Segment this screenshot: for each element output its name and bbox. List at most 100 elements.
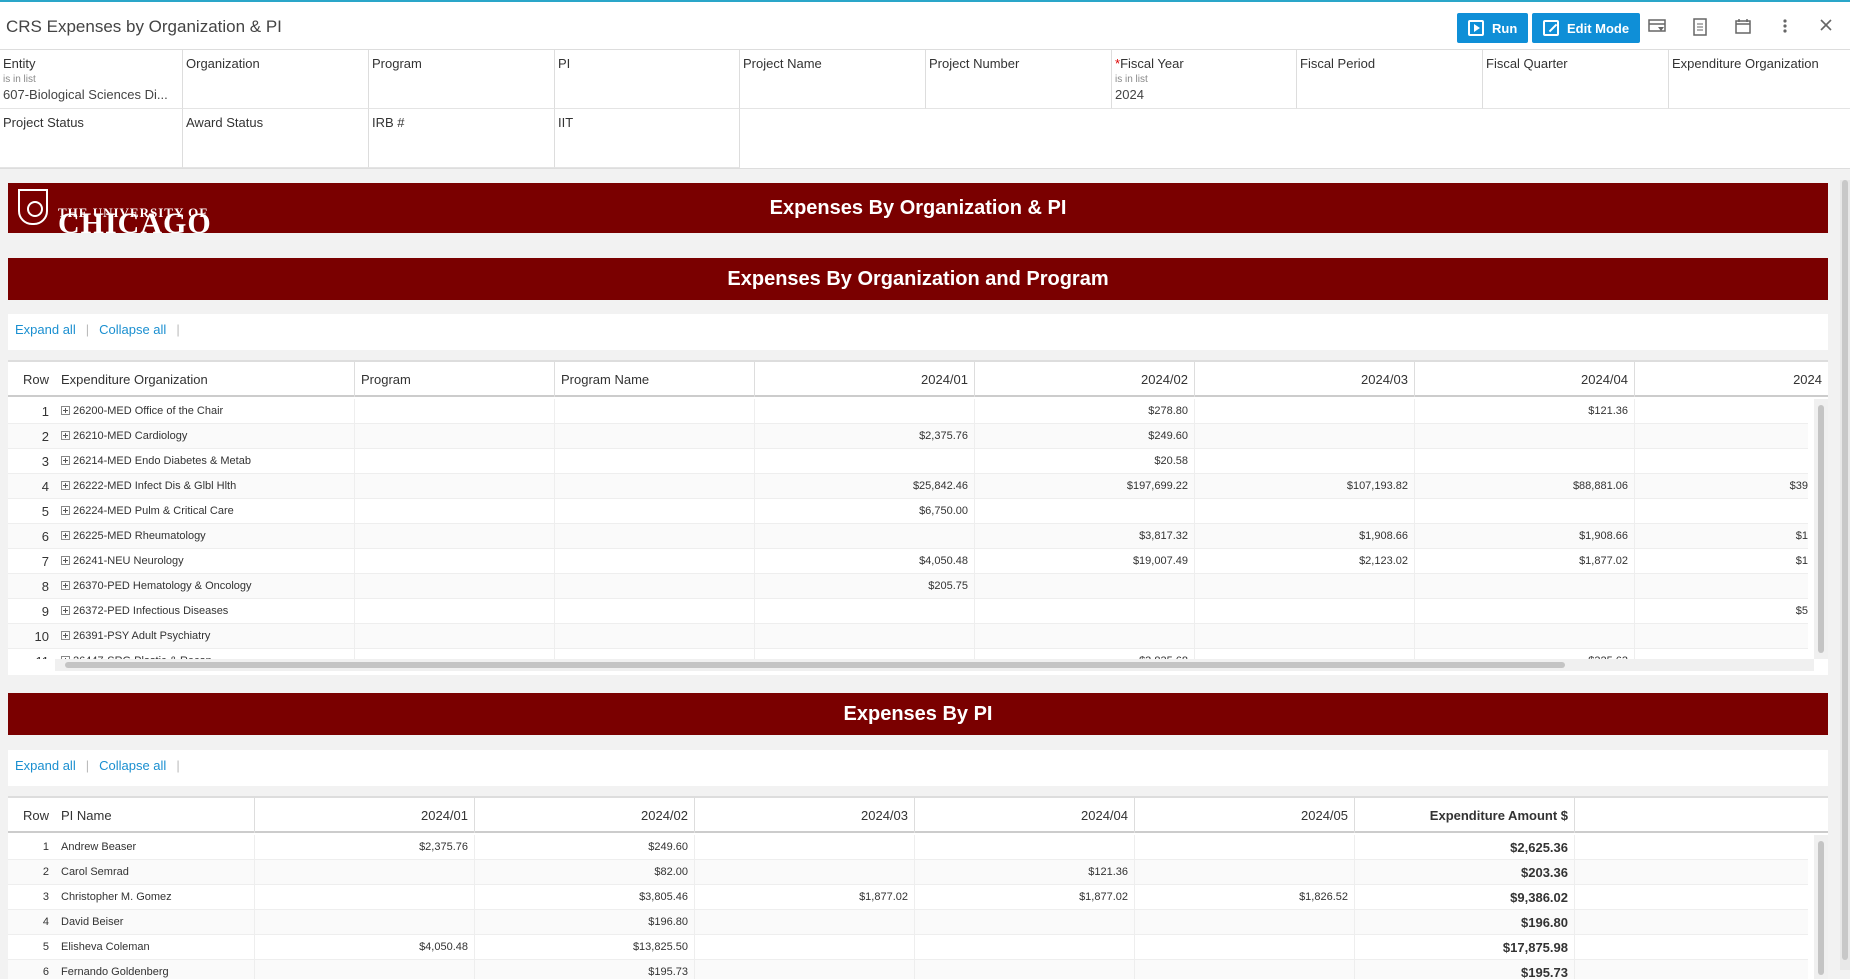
table-row[interactable]: 2 Carol Semrad $82.00 $121.36 $203.36 xyxy=(8,860,1808,885)
filter-fiscal-quarter[interactable]: Fiscal Quarter xyxy=(1483,50,1669,109)
cell-program xyxy=(355,449,555,474)
filter-program[interactable]: Program xyxy=(369,50,555,109)
cell-expenditure-organization[interactable]: 26391-PSY Adult Psychiatry xyxy=(55,624,355,649)
expand-row-icon[interactable] xyxy=(61,556,70,565)
cell-expenditure-organization[interactable]: 26224-MED Pulm & Critical Care xyxy=(55,499,355,524)
col-header-2024-01[interactable]: 2024/01 xyxy=(755,362,975,397)
scrollbar-thumb[interactable] xyxy=(1818,405,1824,653)
scrollbar-thumb[interactable] xyxy=(65,662,1565,668)
filter-project-number[interactable]: Project Number xyxy=(926,50,1112,109)
filter-label: Fiscal Quarter xyxy=(1486,56,1568,71)
expand-row-icon[interactable] xyxy=(61,481,70,490)
filter-fiscal-year[interactable]: *Fiscal Year is in list 2024 xyxy=(1112,50,1297,109)
col-header-2024-05[interactable]: 2024/05 xyxy=(1135,798,1355,833)
table-row[interactable]: 5 Elisheva Coleman $4,050.48 $13,825.50 $17,… xyxy=(8,935,1808,960)
edit-mode-button[interactable]: Edit Mode xyxy=(1532,13,1641,43)
cell-2024-01 xyxy=(255,885,475,910)
document-icon[interactable] xyxy=(1690,18,1710,38)
cell-expenditure-organization[interactable]: 26200-MED Office of the Chair xyxy=(55,399,355,424)
expand-row-icon[interactable] xyxy=(61,606,70,615)
filter-award-status[interactable]: Award Status xyxy=(183,109,369,168)
table-row[interactable]: 3 Christopher M. Gomez $3,805.46 $1,877.02 $… xyxy=(8,885,1808,910)
expand-row-icon[interactable] xyxy=(61,506,70,515)
cell-expenditure-organization[interactable]: 26225-MED Rheumatology xyxy=(55,524,355,549)
col-header-program[interactable]: Program xyxy=(355,362,555,397)
cell-expenditure-organization[interactable]: 26210-MED Cardiology xyxy=(55,424,355,449)
col-header-2024-04[interactable]: 2024/04 xyxy=(1415,362,1635,397)
filter-irb[interactable]: IRB # xyxy=(369,109,555,168)
table-row[interactable]: 6 Fernando Goldenberg $195.73 $195.73 xyxy=(8,960,1808,979)
cell-expenditure-organization[interactable]: 26372-PED Infectious Diseases xyxy=(55,599,355,624)
table-row[interactable]: 6 26225-MED Rheumatology $3,817.32 $1,908.6… xyxy=(8,524,1808,549)
expand-row-icon[interactable] xyxy=(61,456,70,465)
cell-expenditure-organization[interactable]: 26241-NEU Neurology xyxy=(55,549,355,574)
table-row[interactable]: 8 26370-PED Hematology & Oncology $205.75 xyxy=(8,574,1808,599)
table-row[interactable]: 1 Andrew Beaser $2,375.76 $249.60 $2,625.36 xyxy=(8,835,1808,860)
filter-expenditure-organization[interactable]: Expenditure Organization xyxy=(1669,50,1850,109)
filter-project-status[interactable]: Project Status xyxy=(0,109,183,168)
expand-row-icon[interactable] xyxy=(61,631,70,640)
col-header-2024-03[interactable]: 2024/03 xyxy=(695,798,915,833)
col-header-2024-05[interactable]: 2024 xyxy=(1635,362,1828,397)
filter-label: *Fiscal Year xyxy=(1115,56,1293,71)
cell-text: $39 xyxy=(1789,480,1808,492)
col-header-2024-02[interactable]: 2024/02 xyxy=(975,362,1195,397)
col-header-row[interactable]: Row xyxy=(8,798,55,833)
filter-organization[interactable]: Organization xyxy=(183,50,369,109)
filter-iit[interactable]: IIT xyxy=(555,109,740,168)
cell-2024-02: $196.80 xyxy=(475,910,695,935)
table-row[interactable]: 2 26210-MED Cardiology $2,375.76 $249.60 xyxy=(8,424,1808,449)
cell-program-name xyxy=(555,424,755,449)
expand-all-link[interactable]: Expand all xyxy=(15,322,76,337)
cell-text: 4 xyxy=(41,479,49,494)
pi-grid-vertical-scrollbar[interactable] xyxy=(1814,835,1828,979)
expand-row-icon[interactable] xyxy=(61,406,70,415)
more-options-icon[interactable] xyxy=(1775,18,1795,38)
filter-panel-icon[interactable] xyxy=(1647,18,1667,38)
org-grid-horizontal-scrollbar[interactable] xyxy=(55,659,1814,671)
table-row[interactable]: 10 26391-PSY Adult Psychiatry xyxy=(8,624,1808,649)
close-icon[interactable] xyxy=(1816,18,1836,38)
cell-expenditure-organization[interactable]: 26447-SRG Plastic & Recon xyxy=(55,649,355,659)
cell-2024-02: $278.80 xyxy=(975,399,1195,424)
collapse-all-link[interactable]: Collapse all xyxy=(99,758,166,773)
table-row[interactable]: 9 26372-PED Infectious Diseases $5 xyxy=(8,599,1808,624)
col-header-pi-name[interactable]: PI Name xyxy=(55,798,255,833)
cell-text: $5 xyxy=(1795,605,1808,617)
expand-all-link[interactable]: Expand all xyxy=(15,758,76,773)
table-row[interactable]: 4 26222-MED Infect Dis & Glbl Hlth $25,842… xyxy=(8,474,1808,499)
col-header-2024-01[interactable]: 2024/01 xyxy=(255,798,475,833)
filter-project-name[interactable]: Project Name xyxy=(740,50,926,109)
page-scrollbar[interactable] xyxy=(1840,180,1850,970)
col-header-2024-02[interactable]: 2024/02 xyxy=(475,798,695,833)
table-row[interactable]: 3 26214-MED Endo Diabetes & Metab $20.58 xyxy=(8,449,1808,474)
table-row[interactable]: 1 26200-MED Office of the Chair $278.80 $12… xyxy=(8,399,1808,424)
col-header-program-name[interactable]: Program Name xyxy=(555,362,755,397)
collapse-all-link[interactable]: Collapse all xyxy=(99,322,166,337)
run-button[interactable]: Run xyxy=(1457,13,1529,43)
filter-pi[interactable]: PI xyxy=(555,50,740,109)
filter-entity[interactable]: Entity is in list 607-Biological Science… xyxy=(0,50,183,109)
col-header-2024-04[interactable]: 2024/04 xyxy=(915,798,1135,833)
org-grid-vertical-scrollbar[interactable] xyxy=(1814,399,1828,659)
table-row[interactable]: 5 26224-MED Pulm & Critical Care $6,750.00 xyxy=(8,499,1808,524)
table-row[interactable]: 11 26447-SRG Plastic & Recon $3,835.68 $325… xyxy=(8,649,1808,659)
expand-row-icon[interactable] xyxy=(61,581,70,590)
cell-expenditure-organization[interactable]: 26370-PED Hematology & Oncology xyxy=(55,574,355,599)
col-header-row[interactable]: Row xyxy=(8,362,55,397)
col-header-expenditure-organization[interactable]: Expenditure Organization xyxy=(55,362,355,397)
table-row[interactable]: 4 David Beiser $196.80 $196.80 xyxy=(8,910,1808,935)
cell-expenditure-organization[interactable]: 26214-MED Endo Diabetes & Metab xyxy=(55,449,355,474)
table-row[interactable]: 7 26241-NEU Neurology $4,050.48 $19,007.49 $… xyxy=(8,549,1808,574)
col-header-2024-03[interactable]: 2024/03 xyxy=(1195,362,1415,397)
cell-expenditure-organization[interactable]: 26222-MED Infect Dis & Glbl Hlth xyxy=(55,474,355,499)
expand-row-icon[interactable] xyxy=(61,431,70,440)
cell-expenditure-amount: $203.36 xyxy=(1355,860,1575,885)
org-program-banner: Expenses By Organization and Program xyxy=(8,258,1828,300)
expand-row-icon[interactable] xyxy=(61,531,70,540)
filter-fiscal-period[interactable]: Fiscal Period xyxy=(1297,50,1483,109)
calendar-icon[interactable] xyxy=(1733,18,1753,38)
scrollbar-thumb[interactable] xyxy=(1818,841,1824,975)
col-header-expenditure-amount[interactable]: Expenditure Amount $ xyxy=(1355,798,1575,833)
scrollbar-thumb[interactable] xyxy=(1842,180,1848,960)
